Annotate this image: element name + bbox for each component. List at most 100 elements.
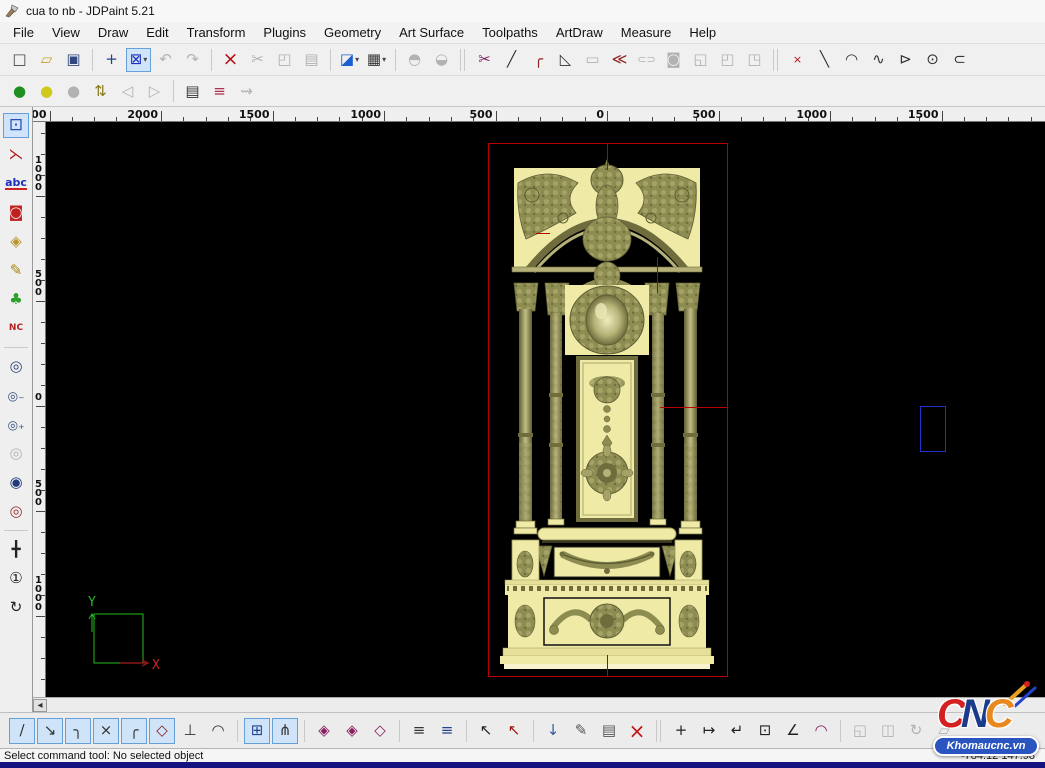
door-relief-artwork[interactable] xyxy=(488,143,728,678)
transform-copy-button[interactable]: ◱ xyxy=(847,718,873,744)
snap-midpoint-button[interactable]: ╮ xyxy=(65,718,91,744)
show-all-layers-button[interactable]: ● xyxy=(7,79,32,103)
refresh-view-button[interactable]: ↻ xyxy=(3,595,29,620)
offset-contour-button[interactable]: ◙ xyxy=(661,48,686,72)
snap-endpoint-button[interactable]: ∕ xyxy=(9,718,35,744)
nav-back-button[interactable]: ◁ xyxy=(115,79,140,103)
oblong-tool-button[interactable]: ⊂⊃ xyxy=(634,48,659,72)
zoom-dynamic-button[interactable]: ◎ xyxy=(3,499,29,524)
array-copy-a-button[interactable]: ◱ xyxy=(688,48,713,72)
render-effects-button[interactable]: ⇝ xyxy=(234,79,259,103)
delete-button[interactable]: × xyxy=(218,48,243,72)
chamfer-corner-button[interactable]: ◺ xyxy=(553,48,578,72)
pan-view-button[interactable]: ╋ xyxy=(3,537,29,562)
zoom-window-button[interactable]: ◎ xyxy=(3,354,29,379)
snap-intersection-button[interactable]: × xyxy=(93,718,119,744)
relief-brush-tool-button[interactable]: ♣ xyxy=(3,287,29,312)
copy-button[interactable]: ◰ xyxy=(272,48,297,72)
cancel-operation-button[interactable]: × xyxy=(624,718,650,744)
transform-mirror-button[interactable]: ◫ xyxy=(875,718,901,744)
multi-fillet-button[interactable]: ≪ xyxy=(607,48,632,72)
measure-angle-button[interactable]: ∠ xyxy=(780,718,806,744)
split-curve-button[interactable]: ╱ xyxy=(499,48,524,72)
crosshair-tool-button[interactable]: + xyxy=(99,48,124,72)
node-edit-tool-button[interactable]: ⋋ xyxy=(3,142,29,167)
draw-point-button[interactable]: × xyxy=(785,48,810,72)
view-all-button[interactable]: ◉ xyxy=(3,470,29,495)
menu-file[interactable]: File xyxy=(4,23,43,42)
menu-edit[interactable]: Edit xyxy=(137,23,177,42)
guide-rect-blue[interactable] xyxy=(920,406,946,452)
measure-distance-button[interactable]: ↦ xyxy=(696,718,722,744)
array-copy-c-button[interactable]: ◳ xyxy=(742,48,767,72)
snap-tangent-button[interactable]: ◠ xyxy=(205,718,231,744)
measure-radius-button[interactable]: ◠ xyxy=(808,718,834,744)
unpick-object-button[interactable]: ↖ xyxy=(501,718,527,744)
snap-axis-button[interactable]: ⋔ xyxy=(272,718,298,744)
layer-manager-button[interactable]: ▤ xyxy=(180,79,205,103)
zoom-in-button[interactable]: ◎₊ xyxy=(3,412,29,437)
select-rect-tool-button[interactable]: ⊠▾ xyxy=(126,48,151,72)
pick-layer-button[interactable]: ● xyxy=(61,79,86,103)
menu-toolpaths[interactable]: Toolpaths xyxy=(473,23,547,42)
save-file-button[interactable]: ▣ xyxy=(61,48,86,72)
fill-display-mode-button[interactable]: ≡ xyxy=(207,79,232,103)
gravity-vertex-button[interactable]: ◈ xyxy=(311,718,337,744)
pick-object-button[interactable]: ↖ xyxy=(473,718,499,744)
horizontal-scrollbar[interactable]: ◂ xyxy=(33,697,1045,712)
draw-spline-button[interactable]: ∿ xyxy=(866,48,891,72)
extend-curve-button[interactable]: ▭ xyxy=(580,48,605,72)
view-3d-button-dropdown[interactable]: ▾ xyxy=(355,55,359,64)
menu-measure[interactable]: Measure xyxy=(612,23,681,42)
new-file-button[interactable]: □ xyxy=(7,48,32,72)
menu-geometry[interactable]: Geometry xyxy=(315,23,390,42)
edit-properties-button[interactable]: ✎ xyxy=(568,718,594,744)
profile-tool-button[interactable]: ◙ xyxy=(3,200,29,225)
swap-layer-state-button[interactable]: ⇅ xyxy=(88,79,113,103)
select-rect-tool-button-dropdown[interactable]: ▾ xyxy=(143,55,147,64)
menu-draw[interactable]: Draw xyxy=(89,23,137,42)
layer-stack-a-button[interactable]: ≡ xyxy=(406,718,432,744)
cut-button[interactable]: ✂ xyxy=(245,48,270,72)
layer-stack-b-button[interactable]: ≡ xyxy=(434,718,460,744)
transform-rotate-button[interactable]: ↻ xyxy=(903,718,929,744)
measure-bbox-button[interactable]: ⊡ xyxy=(752,718,778,744)
region-tool-button[interactable]: ◈ xyxy=(3,229,29,254)
show-current-layer-button[interactable]: ● xyxy=(34,79,59,103)
relief-mode-b-button[interactable]: ◒ xyxy=(429,48,454,72)
canvas-viewport[interactable]: Y X xyxy=(46,122,1045,697)
relief-mode-a-button[interactable]: ◓ xyxy=(402,48,427,72)
draw-oblong-button[interactable]: ⊂ xyxy=(947,48,972,72)
pen-tool-button[interactable]: ✎ xyxy=(3,258,29,283)
snap-perpendicular-button[interactable]: ⊥ xyxy=(177,718,203,744)
fillet-corner-button[interactable]: ╭ xyxy=(526,48,551,72)
zoom-actual-button[interactable]: ① xyxy=(3,566,29,591)
menu-transform[interactable]: Transform xyxy=(178,23,255,42)
paste-button[interactable]: ▤ xyxy=(299,48,324,72)
trim-curve-button[interactable]: ✂ xyxy=(472,48,497,72)
undo-button[interactable]: ↶ xyxy=(153,48,178,72)
text-tool-button[interactable]: abc xyxy=(3,171,29,196)
snap-grid-button[interactable]: ⊞ xyxy=(244,718,270,744)
draw-line-button[interactable]: ╲ xyxy=(812,48,837,72)
measure-point-button[interactable]: + xyxy=(668,718,694,744)
scroll-left-button[interactable]: ◂ xyxy=(33,699,47,712)
draw-polyline-button[interactable]: ⊳ xyxy=(893,48,918,72)
gravity-center-button[interactable]: ◇ xyxy=(367,718,393,744)
view-cube-button-dropdown[interactable]: ▾ xyxy=(382,55,386,64)
menu-plugins[interactable]: Plugins xyxy=(254,23,315,42)
toolpath-nc-tool-button[interactable]: NC xyxy=(3,316,29,341)
array-copy-b-button[interactable]: ◰ xyxy=(715,48,740,72)
view-cube-button[interactable]: ▦▾ xyxy=(364,48,389,72)
view-3d-button[interactable]: ◪▾ xyxy=(337,48,362,72)
snap-center-button[interactable]: ╭ xyxy=(121,718,147,744)
zoom-out-button[interactable]: ◎₋ xyxy=(3,383,29,408)
object-list-button[interactable]: ▤ xyxy=(596,718,622,744)
measure-step-button[interactable]: ↵ xyxy=(724,718,750,744)
snap-node-button[interactable]: ↘ xyxy=(37,718,63,744)
gravity-mid-button[interactable]: ◈ xyxy=(339,718,365,744)
nav-forward-button[interactable]: ▷ xyxy=(142,79,167,103)
redo-button[interactable]: ↷ xyxy=(180,48,205,72)
menu-artdraw[interactable]: ArtDraw xyxy=(547,23,612,42)
send-to-layer-button[interactable]: ↓ xyxy=(540,718,566,744)
